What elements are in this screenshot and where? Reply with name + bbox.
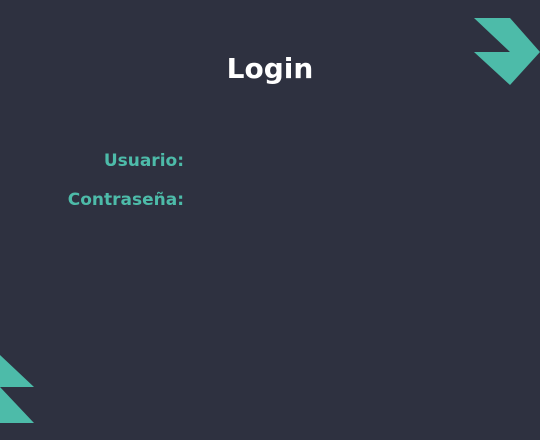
password-label: Contraseña: [67, 190, 184, 210]
username-row: Usuario: [0, 149, 520, 173]
triangle-shape [510, 18, 540, 52]
triangle-cluster-bottom-left-icon [0, 355, 34, 423]
password-input[interactable] [196, 188, 504, 210]
triangle-shape [0, 387, 34, 423]
triangle-shape [0, 355, 34, 387]
password-row: Contraseña: [0, 188, 520, 212]
page-title: Login [226, 52, 314, 85]
username-label: Usuario: [103, 151, 184, 171]
username-input[interactable] [196, 149, 504, 171]
triangle-shape [474, 18, 510, 52]
